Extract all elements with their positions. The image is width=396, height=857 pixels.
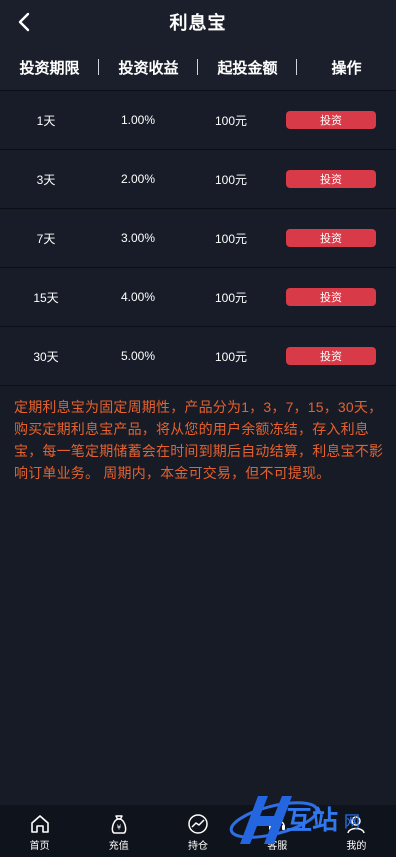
tab-holdings[interactable]: 持仓 — [158, 805, 237, 857]
min-amount-cell: 100元 — [214, 349, 248, 364]
table-row: 7天 3.00% 100元 投资 — [0, 209, 396, 268]
term-cell: 1天 — [36, 113, 56, 128]
table-header: 投资期限 投资收益 起投金额 操作 — [0, 44, 396, 91]
svg-text:¥: ¥ — [117, 824, 122, 832]
column-header-min-amount: 起投金额 — [198, 57, 297, 78]
table-row: 3天 2.00% 100元 投资 — [0, 150, 396, 209]
money-bag-icon: ¥ — [111, 815, 127, 834]
invest-button[interactable]: 投资 — [286, 111, 376, 129]
tab-customer-service[interactable]: 客服 — [238, 805, 317, 857]
term-cell: 3天 — [36, 172, 56, 187]
tab-home[interactable]: 首页 — [0, 805, 79, 857]
rate-cell: 1.00% — [120, 113, 156, 127]
user-icon — [347, 816, 366, 834]
rate-cell: 4.00% — [120, 290, 156, 304]
table-row: 15天 4.00% 100元 投资 — [0, 268, 396, 327]
top-bar: 利息宝 — [0, 0, 396, 44]
back-button[interactable] — [8, 6, 40, 38]
product-table: 1天 1.00% 100元 投资 3天 2.00% 100元 投资 7天 3.0… — [0, 91, 396, 386]
customer-service-icon — [269, 820, 286, 830]
term-cell: 15天 — [33, 290, 59, 305]
invest-button[interactable]: 投资 — [286, 347, 376, 365]
invest-button[interactable]: 投资 — [286, 229, 376, 247]
page-title: 利息宝 — [169, 13, 227, 33]
home-icon — [30, 815, 49, 833]
tab-label: 持仓 — [188, 841, 208, 852]
bottom-tab-bar: 首页 ¥ 充值 持仓 客服 我的 — [0, 805, 396, 857]
tab-recharge[interactable]: ¥ 充值 — [79, 805, 158, 857]
tab-label: 客服 — [267, 841, 288, 852]
table-row: 30天 5.00% 100元 投资 — [0, 327, 396, 386]
trend-chart-icon — [188, 814, 208, 834]
tab-label: 我的 — [346, 841, 367, 852]
chevron-left-icon — [18, 12, 30, 32]
column-header-term: 投资期限 — [0, 57, 99, 78]
invest-button[interactable]: 投资 — [286, 170, 376, 188]
column-header-return: 投资收益 — [99, 57, 198, 78]
rate-cell: 3.00% — [120, 231, 156, 245]
tab-label: 充值 — [108, 841, 129, 852]
column-header-action: 操作 — [331, 59, 362, 77]
term-cell: 30天 — [33, 349, 59, 364]
rate-cell: 5.00% — [120, 349, 156, 363]
product-description: 定期利息宝为固定周期性，产品分为1，3，7，15，30天，购买定期利息宝产品，将… — [14, 399, 384, 481]
tab-profile[interactable]: 我的 — [317, 805, 396, 857]
tab-label: 首页 — [29, 841, 50, 852]
rate-cell: 2.00% — [120, 172, 156, 186]
table-row: 1天 1.00% 100元 投资 — [0, 91, 396, 150]
term-cell: 7天 — [36, 231, 56, 246]
invest-button[interactable]: 投资 — [286, 288, 376, 306]
min-amount-cell: 100元 — [214, 290, 248, 305]
min-amount-cell: 100元 — [214, 231, 248, 246]
min-amount-cell: 100元 — [214, 172, 248, 187]
min-amount-cell: 100元 — [214, 113, 248, 128]
